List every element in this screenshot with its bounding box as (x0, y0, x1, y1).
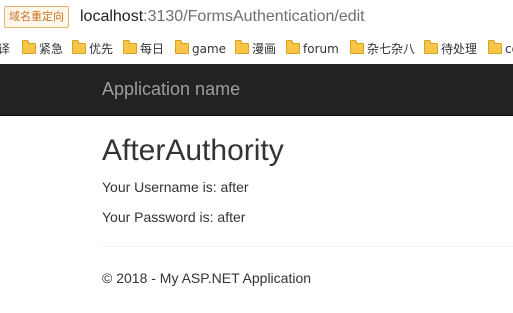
bookmark-translate[interactable]: 译 (0, 41, 10, 57)
folder-icon (488, 40, 502, 54)
folder-icon (22, 40, 36, 54)
navbar: Application name (0, 64, 513, 116)
footer-text: © 2018 - My ASP.NET Application (102, 270, 312, 286)
bookmark-co[interactable]: co (488, 40, 513, 57)
redirect-badge[interactable]: 域名重定向 (4, 6, 69, 28)
bookmark-urgent[interactable]: 紧急 (22, 40, 64, 57)
password-text: Your Password is: after (102, 209, 246, 225)
bookmark-label: 待处理 (441, 42, 478, 56)
url-text[interactable]: localhost:3130/FormsAuthentication/edit (80, 7, 365, 27)
folder-icon (286, 40, 300, 54)
url-path: :3130/FormsAuthentication/edit (143, 8, 365, 25)
bookmarks-bar: 译 紧急 优先 每日 game 漫画 forum 杂七杂八 待处理 co (0, 34, 513, 64)
bookmark-comics[interactable]: 漫画 (235, 40, 277, 57)
folder-icon (235, 40, 249, 54)
bookmark-daily[interactable]: 每日 (123, 40, 165, 57)
bookmark-label: 每日 (140, 42, 165, 56)
username-text: Your Username is: after (102, 179, 249, 195)
url-host: localhost (80, 8, 144, 25)
address-bar[interactable]: 域名重定向 localhost:3130/FormsAuthentication… (0, 0, 513, 34)
folder-icon (123, 40, 137, 54)
bookmark-priority[interactable]: 优先 (72, 40, 114, 57)
bookmark-label: forum (303, 42, 339, 56)
bookmark-label: 漫画 (252, 42, 277, 56)
bookmark-label: co (505, 42, 513, 56)
bookmark-label: 译 (0, 42, 11, 56)
page-title: AfterAuthority (102, 134, 284, 167)
bookmark-misc[interactable]: 杂七杂八 (350, 40, 416, 57)
folder-icon (350, 40, 364, 54)
bookmark-label: 优先 (89, 42, 114, 56)
brand-link[interactable]: Application name (102, 79, 240, 99)
folder-icon (175, 40, 189, 54)
folder-icon (424, 40, 438, 54)
bookmark-label: game (192, 42, 227, 56)
divider (102, 246, 513, 247)
bookmark-pending[interactable]: 待处理 (424, 40, 478, 57)
bookmark-label: 紧急 (39, 42, 64, 56)
bookmark-forum[interactable]: forum (286, 40, 339, 57)
bookmark-label: 杂七杂八 (367, 42, 416, 56)
folder-icon (72, 40, 86, 54)
bookmark-game[interactable]: game (175, 40, 227, 57)
